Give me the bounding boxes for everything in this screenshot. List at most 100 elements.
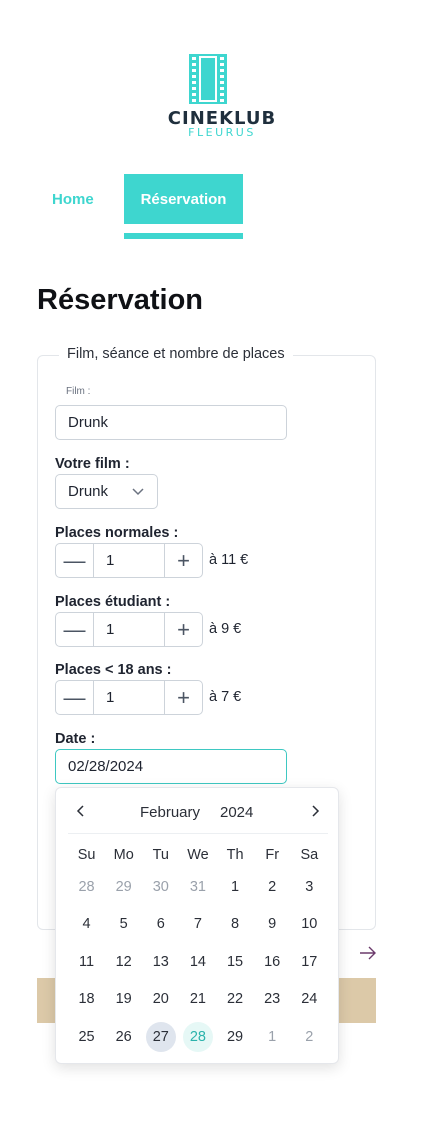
places-normales-decrement-button[interactable]: — bbox=[56, 544, 93, 577]
places-moins18-decrement-button[interactable]: — bbox=[56, 681, 93, 714]
page-title: Réservation bbox=[37, 284, 204, 316]
calendar-day[interactable]: 15 bbox=[217, 943, 254, 981]
calendar-day[interactable]: 25 bbox=[68, 1018, 105, 1056]
calendar-day[interactable]: 2 bbox=[254, 868, 291, 906]
nav-active-indicator bbox=[124, 233, 243, 239]
calendar-day-number: 2 bbox=[305, 1028, 314, 1045]
calendar-day[interactable]: 2 bbox=[291, 1018, 328, 1056]
calendar-day-number: 18 bbox=[78, 991, 95, 1008]
calendar-day[interactable]: 13 bbox=[142, 943, 179, 981]
calendar-day-number: 31 bbox=[189, 878, 206, 895]
places-etudiant-input[interactable]: 1 bbox=[93, 613, 165, 646]
places-etudiant-price: à 9 € bbox=[209, 621, 242, 637]
calendar-day[interactable]: 14 bbox=[179, 943, 216, 981]
calendar-day-number: 25 bbox=[78, 1028, 95, 1045]
calendar-day-number: 29 bbox=[115, 878, 132, 895]
places-etudiant-increment-button[interactable]: + bbox=[165, 613, 202, 646]
film-input[interactable]: Drunk bbox=[55, 405, 287, 440]
calendar-weekday: Fr bbox=[265, 847, 280, 863]
places-normales-increment-button[interactable]: + bbox=[165, 544, 202, 577]
calendar-day[interactable]: 28 bbox=[179, 1018, 216, 1056]
calendar-day[interactable]: 10 bbox=[291, 906, 328, 944]
calendar-day[interactable]: 28 bbox=[68, 868, 105, 906]
calendar-day[interactable]: 11 bbox=[68, 943, 105, 981]
calendar-day[interactable]: 12 bbox=[105, 943, 142, 981]
calendar-grid: Su Mo Tu We Th Fr Sa 28 29 30 31 1 2 3 4 5 6 7 8 9 10 11 12 13 1… bbox=[68, 842, 328, 1056]
calendar-day[interactable]: 9 bbox=[254, 906, 291, 944]
places-normales-price: à 11 € bbox=[209, 552, 249, 568]
places-moins18-input[interactable]: 1 bbox=[93, 681, 165, 714]
places-moins18-label: Places < 18 ans : bbox=[55, 662, 172, 678]
calendar-month[interactable]: February bbox=[140, 804, 200, 821]
calendar-day-number: 16 bbox=[264, 953, 281, 970]
calendar-day-number: 24 bbox=[301, 991, 318, 1008]
film-input-value: Drunk bbox=[68, 414, 109, 431]
calendar-day[interactable]: 5 bbox=[105, 906, 142, 944]
calendar-day-number: 1 bbox=[268, 1028, 277, 1045]
chevron-right-icon[interactable] bbox=[308, 804, 322, 818]
calendar-day[interactable]: 4 bbox=[68, 906, 105, 944]
places-normales-label: Places normales : bbox=[55, 525, 179, 541]
calendar-day-number: 1 bbox=[231, 878, 240, 895]
calendar-day-number: 28 bbox=[78, 878, 95, 895]
film-select-value: Drunk bbox=[68, 483, 109, 500]
calendar-day-number: 14 bbox=[189, 953, 206, 970]
calendar-day-number: 4 bbox=[82, 916, 91, 933]
places-normales-input[interactable]: 1 bbox=[93, 544, 165, 577]
calendar-day-number: 28 bbox=[182, 1021, 213, 1052]
places-moins18-stepper: — 1 + bbox=[55, 680, 203, 715]
calendar-day[interactable]: 30 bbox=[142, 868, 179, 906]
fieldset-legend: Film, séance et nombre de places bbox=[59, 346, 293, 362]
calendar-day-number: 6 bbox=[156, 916, 165, 933]
chevron-down-icon bbox=[132, 488, 144, 496]
calendar-day[interactable]: 21 bbox=[179, 981, 216, 1019]
calendar-day[interactable]: 24 bbox=[291, 981, 328, 1019]
calendar-day-number: 21 bbox=[189, 991, 206, 1008]
film-small-label: Film : bbox=[66, 386, 91, 397]
places-moins18-increment-button[interactable]: + bbox=[165, 681, 202, 714]
calendar-day[interactable]: 31 bbox=[179, 868, 216, 906]
nav-home-link[interactable]: Home bbox=[52, 191, 94, 208]
calendar-day[interactable]: 23 bbox=[254, 981, 291, 1019]
calendar-day[interactable]: 7 bbox=[179, 906, 216, 944]
calendar-day[interactable]: 1 bbox=[217, 868, 254, 906]
calendar-day-number: 26 bbox=[115, 1028, 132, 1045]
calendar-day-number: 12 bbox=[115, 953, 132, 970]
calendar-day[interactable]: 22 bbox=[217, 981, 254, 1019]
places-moins18-price: à 7 € bbox=[209, 689, 242, 705]
places-etudiant-decrement-button[interactable]: — bbox=[56, 613, 93, 646]
calendar-day[interactable]: 19 bbox=[105, 981, 142, 1019]
calendar-day-number: 30 bbox=[152, 878, 169, 895]
film-reel-logo-icon bbox=[189, 54, 227, 104]
calendar-weekday: Th bbox=[226, 847, 244, 863]
calendar-weekday: Tu bbox=[152, 847, 169, 863]
calendar-day-number: 23 bbox=[264, 991, 281, 1008]
calendar-day[interactable]: 1 bbox=[254, 1018, 291, 1056]
calendar-day-number: 19 bbox=[115, 991, 132, 1008]
calendar-day[interactable]: 29 bbox=[105, 868, 142, 906]
calendar-divider bbox=[68, 833, 328, 834]
date-label: Date : bbox=[55, 731, 96, 747]
calendar-day[interactable]: 29 bbox=[217, 1018, 254, 1056]
calendar-day-number: 29 bbox=[226, 1028, 244, 1045]
date-input[interactable]: 02/28/2024 bbox=[55, 749, 287, 784]
calendar-day[interactable]: 3 bbox=[291, 868, 328, 906]
calendar-weekday: Su bbox=[77, 847, 96, 863]
calendar-day[interactable]: 20 bbox=[142, 981, 179, 1019]
chevron-left-icon[interactable] bbox=[74, 804, 88, 818]
calendar-day[interactable]: 17 bbox=[291, 943, 328, 981]
arrow-right-icon[interactable] bbox=[358, 943, 378, 963]
calendar-day[interactable]: 8 bbox=[217, 906, 254, 944]
film-select[interactable]: Drunk bbox=[55, 474, 158, 509]
calendar-day-number: 27 bbox=[145, 1021, 176, 1052]
nav-reservation-link[interactable]: Réservation bbox=[124, 174, 243, 224]
calendar-day[interactable]: 16 bbox=[254, 943, 291, 981]
calendar-day[interactable]: 18 bbox=[68, 981, 105, 1019]
calendar-day[interactable]: 26 bbox=[105, 1018, 142, 1056]
calendar-weekday: We bbox=[187, 847, 209, 863]
calendar-day[interactable]: 27 bbox=[142, 1018, 179, 1056]
places-etudiant-label: Places étudiant : bbox=[55, 594, 171, 610]
calendar-day[interactable]: 6 bbox=[142, 906, 179, 944]
calendar-day-number: 8 bbox=[231, 916, 240, 933]
calendar-year[interactable]: 2024 bbox=[220, 804, 253, 821]
